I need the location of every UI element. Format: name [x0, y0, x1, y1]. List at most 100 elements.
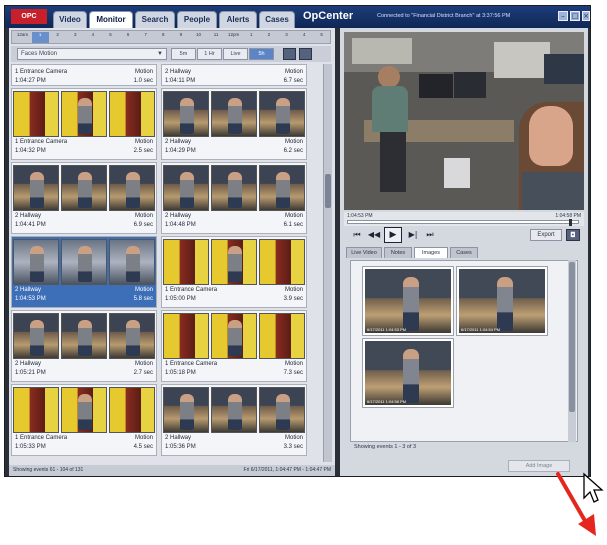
event-thumbnail — [163, 239, 209, 285]
rewind-icon[interactable]: ◀◀ — [366, 229, 382, 241]
subtab-live-video[interactable]: Live Video — [346, 247, 382, 258]
event-thumbnails — [13, 313, 156, 359]
event-card[interactable]: 2 Hallway 1:04:53 PM Motion 5.8 sec — [11, 236, 157, 308]
captured-image[interactable]: 6/17/2011 1:04:56 PM — [363, 339, 453, 407]
hour-cell[interactable]: 4 — [296, 32, 313, 43]
hour-cell[interactable]: 9 — [172, 32, 189, 43]
tab-cases[interactable]: Cases — [259, 11, 295, 28]
event-camera: 2 Hallway — [165, 139, 192, 145]
event-card[interactable]: 2 Hallway 1:05:21 PM Motion 2.7 sec — [11, 310, 157, 382]
tab-video[interactable]: Video — [53, 11, 87, 28]
camera-snapshot-icon[interactable]: ◘ — [566, 229, 580, 241]
person-figure — [126, 172, 140, 208]
event-thumbnail — [109, 239, 155, 285]
subtab-cases[interactable]: Cases — [450, 247, 478, 258]
tab-alerts[interactable]: Alerts — [219, 11, 257, 28]
event-thumbnail — [109, 313, 155, 359]
timeline-track[interactable] — [347, 219, 579, 226]
hour-cell[interactable]: 11 — [208, 32, 225, 43]
hour-cell[interactable]: 1 — [243, 32, 260, 43]
hour-cell[interactable]: 12am — [14, 32, 31, 43]
skip-back-icon[interactable]: ⏮ — [350, 229, 364, 241]
event-card[interactable]: 2 Hallway 1:04:11 PM Motion 6.7 sec — [161, 64, 307, 86]
event-card[interactable]: 2 Hallway 1:05:36 PM Motion 3.3 sec — [161, 384, 307, 456]
event-duration: 6.9 sec — [133, 222, 153, 228]
hour-cell[interactable]: 8 — [155, 32, 172, 43]
event-duration: 6.2 sec — [283, 148, 303, 154]
hour-cell[interactable]: 10 — [190, 32, 207, 43]
subtab-notes[interactable]: Notes — [384, 247, 412, 258]
tab-search[interactable]: Search — [135, 11, 175, 28]
events-scroll-thumb[interactable] — [325, 174, 331, 208]
captured-image[interactable]: 6/17/2011 1:04:53 PM — [363, 267, 453, 335]
timeline-scrubber[interactable] — [569, 219, 573, 226]
person-figure — [228, 172, 242, 208]
hour-cell[interactable]: 7 — [137, 32, 154, 43]
range-3[interactable]: 5h — [249, 48, 274, 60]
minimize-icon[interactable]: – — [558, 11, 568, 21]
tab-people[interactable]: People — [177, 11, 217, 28]
list-view-icon[interactable] — [299, 48, 312, 60]
range-1[interactable]: 1 Hr — [197, 48, 222, 60]
skip-forward-icon[interactable]: ⏭ — [422, 229, 438, 241]
event-time: 1:04:48 PM — [165, 222, 196, 228]
hour-cell[interactable]: 4 — [84, 32, 101, 43]
event-card[interactable]: 2 Hallway 1:04:41 PM Motion 6.9 sec — [11, 162, 157, 234]
event-type: Motion — [134, 361, 153, 367]
event-card[interactable]: 1 Entrance Camera 1:04:32 PM Motion 2.5 sec — [11, 88, 157, 160]
hour-cell[interactable]: 5 — [102, 32, 119, 43]
event-camera: 2 Hallway — [15, 213, 42, 219]
video-player[interactable] — [344, 32, 584, 210]
subtab-images[interactable]: Images — [414, 247, 448, 258]
event-filter-select[interactable]: Faces Motion ▼ — [17, 48, 167, 60]
event-card[interactable]: 2 Hallway 1:04:29 PM Motion 6.2 sec — [161, 88, 307, 160]
event-detail-panel: 1:04:53 PM 1:04:58 PM ⏮ ◀◀ ▶ ▶| ⏭ Export… — [340, 28, 588, 476]
range-0[interactable]: 5m — [171, 48, 196, 60]
export-button[interactable]: Export — [530, 229, 562, 241]
play-button[interactable]: ▶ — [384, 227, 402, 243]
images-scrollbar[interactable] — [568, 260, 576, 442]
event-card[interactable]: 1 Entrance Camera 1:05:00 PM Motion 3.9 sec — [161, 236, 307, 308]
event-thumbnail — [61, 313, 107, 359]
hour-cell[interactable]: 3 — [278, 32, 295, 43]
step-forward-icon[interactable]: ▶| — [406, 229, 420, 241]
close-icon[interactable]: × — [582, 11, 590, 21]
tab-monitor[interactable]: Monitor — [89, 11, 133, 28]
hour-cell[interactable]: 1 — [31, 32, 49, 43]
events-panel: 12am 1 2 3 4 5 6 7 8 9 10 11 12pm 1 2 3 4 5 Faces Motion … — [9, 28, 335, 465]
event-camera: 2 Hallway — [15, 287, 42, 293]
event-card[interactable]: 1 Entrance Camera 1:05:18 PM Motion 7.3 sec — [161, 310, 307, 382]
event-thumbnails — [13, 91, 156, 137]
captured-image[interactable]: 6/17/2011 1:04:54 PM — [457, 267, 547, 335]
person-figure — [228, 98, 242, 134]
hour-cell[interactable]: 5 — [313, 32, 330, 43]
event-thumbnail — [163, 387, 209, 433]
event-card[interactable]: 2 Hallway 1:04:48 PM Motion 6.1 sec — [161, 162, 307, 234]
event-camera: 1 Entrance Camera — [15, 435, 68, 441]
images-scroll-thumb[interactable] — [569, 262, 575, 412]
hour-cell[interactable]: 3 — [67, 32, 84, 43]
event-camera: 1 Entrance Camera — [165, 287, 218, 293]
event-camera: 1 Entrance Camera — [165, 361, 218, 367]
detail-tabs: Live Video Notes Images Cases — [344, 246, 584, 258]
maximize-icon[interactable]: □ — [570, 11, 580, 21]
event-camera: 1 Entrance Camera — [15, 69, 68, 75]
event-card[interactable]: 1 Entrance Camera 1:04:27 PM Motion 1.0 sec — [11, 64, 157, 86]
event-type: Motion — [134, 139, 153, 145]
hour-cell[interactable]: 2 — [260, 32, 277, 43]
event-thumbnail — [211, 91, 257, 137]
event-card[interactable]: 1 Entrance Camera 1:05:33 PM Motion 4.5 sec — [11, 384, 157, 456]
grid-view-icon[interactable] — [283, 48, 296, 60]
events-scrollbar[interactable] — [323, 64, 332, 462]
person-figure — [78, 172, 92, 208]
hour-cell[interactable]: 12pm — [225, 32, 242, 43]
hour-cell[interactable]: 6 — [120, 32, 137, 43]
person-figure — [30, 172, 44, 208]
opcenter-window: OPC Video Monitor Search People Alerts Cases … — [4, 5, 591, 477]
hour-cell[interactable]: 2 — [49, 32, 66, 43]
chevron-down-icon: ▼ — [157, 51, 163, 57]
event-thumbnail — [259, 387, 305, 433]
range-2[interactable]: Live — [223, 48, 248, 60]
event-thumbnail — [61, 91, 107, 137]
event-thumbnail — [109, 387, 155, 433]
